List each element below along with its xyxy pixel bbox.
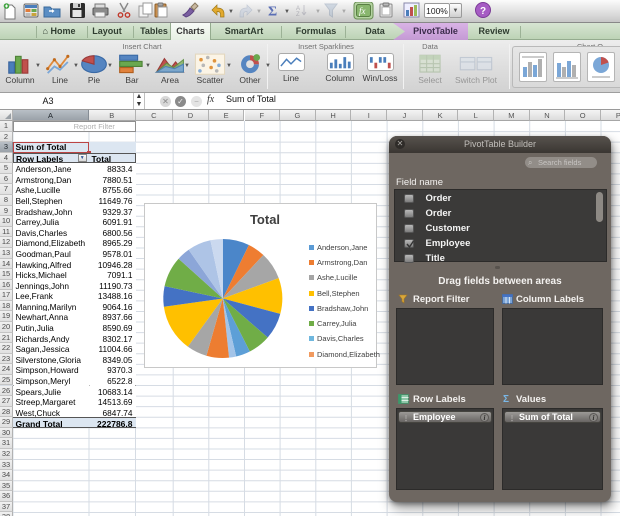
svg-text:Z: Z	[296, 12, 300, 18]
svg-text:▼: ▼	[341, 9, 347, 15]
svg-text:▼: ▼	[284, 9, 290, 15]
svg-text:fx: fx	[359, 6, 366, 16]
svg-text:Σ: Σ	[268, 5, 277, 20]
svg-text:▼: ▼	[256, 9, 262, 15]
svg-text:▼: ▼	[315, 9, 321, 15]
svg-text:?: ?	[480, 6, 486, 17]
svg-text:Σ: Σ	[503, 394, 509, 404]
svg-text:▼: ▼	[228, 9, 234, 15]
